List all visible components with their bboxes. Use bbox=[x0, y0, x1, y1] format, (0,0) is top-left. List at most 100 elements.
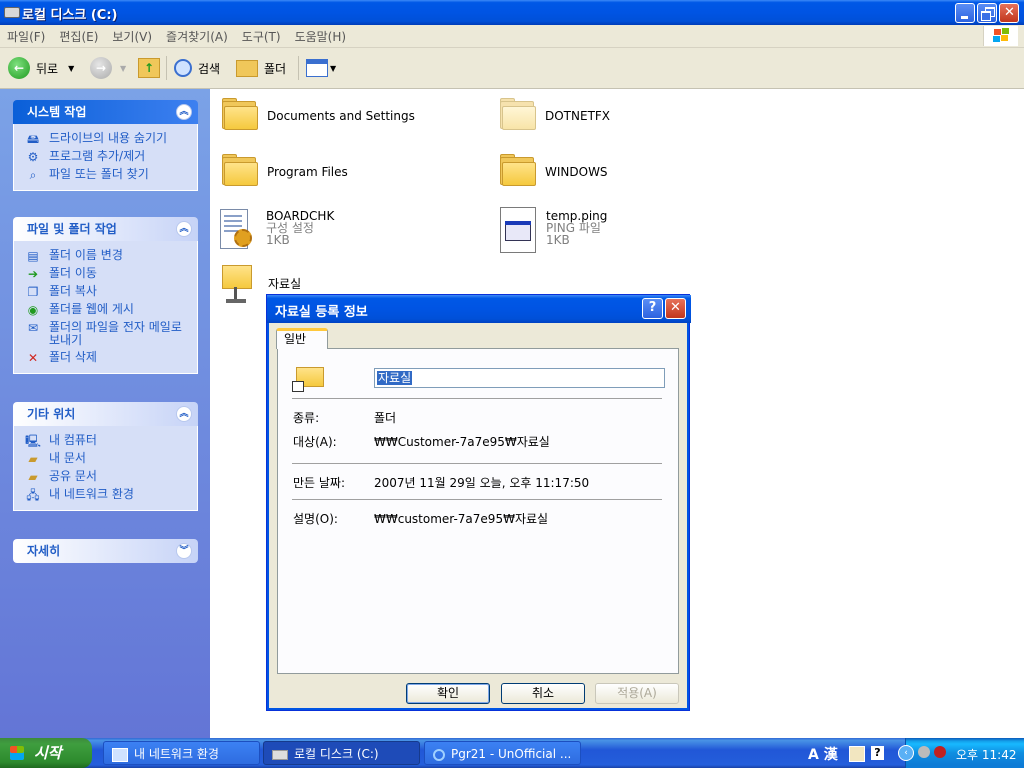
other-places-panel: 기타 위치 ︽ 🖳 내 컴퓨터 ▰ 내 문서 ▰ 공유 문서 🖧 내 네트워크 환경 bbox=[13, 402, 198, 511]
task-label: 로컬 디스크 (C:) bbox=[294, 747, 379, 761]
page-lines bbox=[224, 215, 242, 217]
my-computer-link[interactable]: 🖳 내 컴퓨터 bbox=[14, 432, 197, 450]
collapse-chevron-icon[interactable]: ︽ bbox=[176, 104, 192, 120]
details-panel: 자세히 ︾ bbox=[13, 539, 198, 563]
cancel-button[interactable]: 취소 bbox=[501, 683, 585, 704]
file-item-boardchk[interactable]: BOARDCHK 구성 설정 1KB bbox=[218, 207, 334, 253]
tab-general[interactable]: 일반 bbox=[276, 328, 328, 349]
file-item-dotnetfx[interactable]: DOTNETFX bbox=[498, 97, 611, 130]
collapse-chevron-icon[interactable]: ︽ bbox=[176, 221, 192, 237]
details-header[interactable]: 자세히 ︾ bbox=[13, 539, 198, 563]
task-label: Pgr21 - UnOfficial ... bbox=[451, 747, 572, 761]
dialog-title-bar[interactable]: 자료실 등록 정보 ? ✕ bbox=[267, 295, 691, 323]
my-network-places-link[interactable]: 🖧 내 네트워크 환경 bbox=[14, 486, 197, 504]
file-name: Documents and Settings bbox=[267, 109, 415, 123]
network-pipe bbox=[234, 287, 237, 299]
name-field[interactable]: 자료실 bbox=[374, 368, 665, 388]
internet-explorer-icon bbox=[433, 748, 445, 761]
link-label: 폴더를 웹에 게시 bbox=[49, 302, 134, 316]
ok-button[interactable]: 확인 bbox=[406, 683, 490, 704]
search-icon: ⌕ bbox=[29, 168, 37, 182]
dialog-close-button[interactable]: ✕ bbox=[665, 298, 686, 319]
programs-icon: ⚙ bbox=[27, 150, 39, 164]
delete-folder-link[interactable]: ✕ 폴더 삭제 bbox=[14, 349, 197, 367]
config-file-icon bbox=[218, 207, 256, 253]
apply-button[interactable]: 적용(A) bbox=[595, 683, 679, 704]
add-remove-programs-link[interactable]: ⚙ 프로그램 추가/제거 bbox=[14, 148, 197, 166]
search-files-link[interactable]: ⌕ 파일 또는 폴더 찾기 bbox=[14, 166, 197, 184]
tray-expand-icon[interactable]: ‹ bbox=[898, 745, 914, 761]
network-folder-icon bbox=[220, 261, 256, 309]
hide-drive-contents-link[interactable]: 🖴 드라이브의 내용 숨기기 bbox=[14, 130, 197, 148]
forward-button[interactable]: → ▼ bbox=[90, 56, 126, 80]
taskbar: 시작 내 네트워크 환경 로컬 디스크 (C:) Pgr21 - UnOffic… bbox=[0, 738, 1024, 768]
link-label: 내 문서 bbox=[49, 451, 86, 465]
file-item-program-files[interactable]: Program Files bbox=[220, 153, 348, 186]
folders-button[interactable]: 폴더 bbox=[236, 56, 286, 80]
generic-file-icon bbox=[498, 207, 536, 253]
logo-yellow bbox=[1001, 35, 1008, 41]
system-tasks-header[interactable]: 시스템 작업 ︽ bbox=[13, 100, 198, 124]
copy-folder-link[interactable]: ❐ 폴더 복사 bbox=[14, 283, 197, 301]
restore-button[interactable] bbox=[977, 3, 997, 23]
created-value: 2007년 11월 29일 오늘, 오후 11:17:50 bbox=[374, 476, 590, 490]
tab-general-label: 일반 bbox=[284, 332, 307, 346]
file-name: DOTNETFX bbox=[545, 109, 611, 123]
my-documents-link[interactable]: ▰ 내 문서 bbox=[14, 450, 197, 468]
tray-virus-icon[interactable] bbox=[934, 746, 946, 758]
minimize-button[interactable] bbox=[955, 3, 975, 23]
folder-icon bbox=[498, 153, 536, 186]
up-folder-button[interactable]: ↑ bbox=[138, 56, 160, 80]
publish-to-web-link[interactable]: ◉ 폴더를 웹에 게시 bbox=[14, 301, 197, 319]
collapse-chevron-icon[interactable]: ︽ bbox=[176, 406, 192, 422]
task-pane: 시스템 작업 ︽ 🖴 드라이브의 내용 숨기기 ⚙ 프로그램 추가/제거 ⌕ 파일 또… bbox=[0, 89, 210, 738]
taskbar-item-local-disk[interactable]: 로컬 디스크 (C:) bbox=[263, 741, 420, 765]
file-info: BOARDCHK 구성 설정 1KB bbox=[266, 210, 334, 246]
clock[interactable]: 오후 11:42 bbox=[956, 746, 1016, 763]
folders-label: 폴더 bbox=[264, 61, 287, 76]
type-label: 종류: bbox=[293, 411, 320, 425]
help-button[interactable]: ? bbox=[642, 298, 663, 319]
help-icon[interactable]: ? bbox=[871, 746, 884, 760]
close-button[interactable]: ✕ bbox=[999, 3, 1019, 23]
window-title-bar[interactable]: 로컬 디스크 (C:) ✕ bbox=[0, 0, 1024, 25]
folder-shape bbox=[222, 265, 252, 289]
menu-favorites[interactable]: 즐겨찾기(A) bbox=[159, 25, 235, 48]
windows-flag-icon bbox=[10, 746, 24, 760]
email-files-link[interactable]: ✉ 폴더의 파일을 전자 메일로 보내기 bbox=[14, 319, 197, 349]
language-bar[interactable]: A 漢 bbox=[808, 744, 838, 764]
menu-edit[interactable]: 편집(E) bbox=[52, 25, 105, 48]
file-item-windows[interactable]: WINDOWS bbox=[498, 153, 608, 186]
ime-icon[interactable] bbox=[849, 746, 865, 762]
target-label: 대상(A): bbox=[293, 435, 337, 449]
network-icon: 🖧 bbox=[26, 488, 40, 502]
other-places-header[interactable]: 기타 위치 ︽ bbox=[13, 402, 198, 426]
views-button[interactable]: ▼ bbox=[306, 56, 336, 80]
apply-label: 적용(A) bbox=[617, 686, 657, 700]
file-item-documents-and-settings[interactable]: Documents and Settings bbox=[220, 97, 415, 130]
move-folder-link[interactable]: ➔ 폴더 이동 bbox=[14, 265, 197, 283]
link-label: 내 네트워크 환경 bbox=[49, 487, 134, 501]
menu-help[interactable]: 도움말(H) bbox=[288, 25, 354, 48]
back-button[interactable]: ← 뒤로 ▼ bbox=[8, 56, 74, 80]
search-icon bbox=[174, 59, 192, 77]
file-item-temp-ping[interactable]: temp.ping PING 파일 1KB bbox=[498, 207, 607, 253]
details-title: 자세히 bbox=[27, 544, 61, 558]
menu-tools[interactable]: 도구(T) bbox=[235, 25, 288, 48]
taskbar-item-network[interactable]: 내 네트워크 환경 bbox=[103, 741, 260, 765]
copy-icon: ❐ bbox=[27, 285, 39, 299]
search-button[interactable]: 검색 bbox=[174, 56, 220, 80]
tray-app-icon[interactable] bbox=[918, 746, 930, 758]
start-button[interactable]: 시작 bbox=[0, 738, 92, 768]
taskbar-item-browser[interactable]: Pgr21 - UnOfficial ... bbox=[424, 741, 581, 765]
drive-icon bbox=[4, 7, 20, 18]
rename-folder-link[interactable]: ▤ 폴더 이름 변경 bbox=[14, 247, 197, 265]
file-tasks-header[interactable]: 파일 및 폴더 작업 ︽ bbox=[13, 217, 198, 241]
shared-documents-link[interactable]: ▰ 공유 문서 bbox=[14, 468, 197, 486]
menu-file[interactable]: 파일(F) bbox=[0, 25, 52, 48]
expand-chevron-icon[interactable]: ︾ bbox=[176, 543, 192, 559]
file-tasks-title: 파일 및 폴더 작업 bbox=[27, 222, 117, 236]
search-label: 검색 bbox=[198, 61, 221, 76]
menu-view[interactable]: 보기(V) bbox=[105, 25, 159, 48]
created-label: 만든 날짜: bbox=[293, 476, 346, 490]
